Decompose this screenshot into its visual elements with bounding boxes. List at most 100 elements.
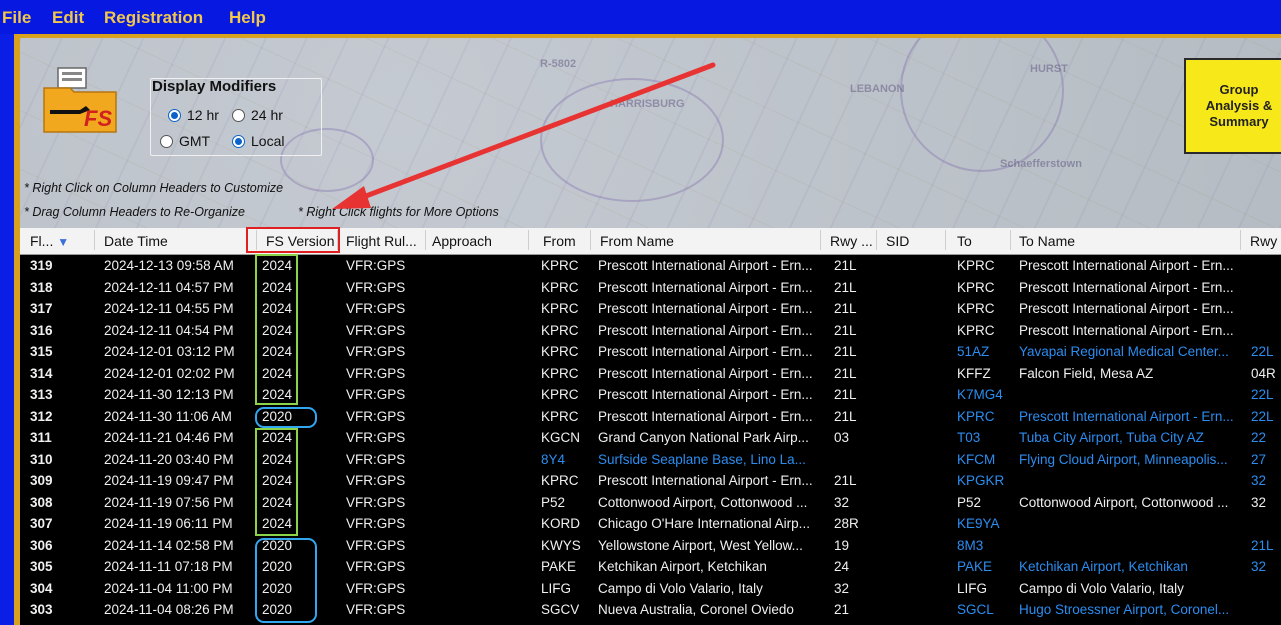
cell-to-name: Tuba City Airport, Tuba City AZ	[1019, 430, 1204, 445]
cell-to: KPRC	[957, 322, 995, 338]
table-row[interactable]: 313 2024-11-30 12:13 PM 2024 VFR:GPS KPRC Pre…	[20, 384, 1281, 405]
cell-flight-rules: VFR:GPS	[346, 516, 406, 531]
cell-flight: 316	[30, 322, 53, 338]
cell-from-runway: 24	[834, 559, 850, 574]
menu-edit[interactable]: Edit	[52, 8, 84, 28]
cell-from: KPRC	[541, 322, 579, 338]
cell-flight-rules: VFR:GPS	[346, 301, 406, 316]
map-label: Schaefferstown	[1000, 158, 1082, 170]
col-header-approach[interactable]: Approach	[432, 233, 492, 249]
cell-to-runway: 04R	[1251, 365, 1276, 381]
radio-unselected-icon	[160, 134, 173, 148]
cell-to: 51AZ	[957, 344, 990, 359]
cell-to-runway: 22	[1251, 430, 1267, 445]
cell-flight: 310	[30, 451, 53, 467]
cell-flight: 308	[30, 494, 53, 510]
cell-flight-rules: VFR:GPS	[346, 279, 406, 295]
cell-flight: 314	[30, 365, 53, 381]
table-row[interactable]: 305 2024-11-11 07:18 PM 2020 VFR:GPS PAKE Ket…	[20, 556, 1281, 577]
cell-to-runway: 27	[1251, 451, 1267, 467]
col-header-from[interactable]: From	[543, 233, 576, 249]
menu-help[interactable]: Help	[229, 8, 266, 28]
cell-fs-version: 2024	[262, 494, 293, 510]
cell-to-name: Prescott International Airport - Ern...	[1019, 322, 1234, 338]
table-row[interactable]: 319 2024-12-13 09:58 AM 2024 VFR:GPS KPRC Pre…	[20, 255, 1281, 276]
radio-24hr[interactable]: 24 hr	[232, 107, 283, 123]
cell-from-name: Prescott International Airport - Ern...	[598, 473, 813, 488]
table-row[interactable]: 318 2024-12-11 04:57 PM 2024 VFR:GPS KPRC Pre…	[20, 277, 1281, 298]
cell-datetime: 2024-11-21 04:46 PM	[104, 430, 234, 445]
cell-flight: 315	[30, 344, 53, 359]
cell-to-name: Cottonwood Airport, Cottonwood ...	[1019, 494, 1229, 510]
cell-from: KPRC	[541, 344, 579, 359]
radio-local[interactable]: Local	[232, 133, 284, 149]
cell-from-name: Ketchikan Airport, Ketchikan	[598, 559, 767, 574]
cell-to-name: Prescott International Airport - Ern...	[1019, 408, 1234, 424]
cell-from-runway: 21L	[834, 387, 857, 402]
cell-flight: 306	[30, 537, 53, 553]
cell-flight-rules: VFR:GPS	[346, 408, 406, 424]
col-header-to-name[interactable]: To Name	[1019, 233, 1075, 249]
cell-fs-version: 2020	[262, 559, 293, 574]
table-row[interactable]: 304 2024-11-04 11:00 PM 2020 VFR:GPS LIFG Cam…	[20, 578, 1281, 599]
cell-from-runway: 21L	[834, 408, 857, 424]
radio-12hr[interactable]: 12 hr	[168, 107, 219, 123]
table-row[interactable]: 314 2024-12-01 02:02 PM 2024 VFR:GPS KPRC Pre…	[20, 363, 1281, 384]
table-row[interactable]: 312 2024-11-30 11:06 AM 2020 VFR:GPS KPRC Pre…	[20, 406, 1281, 427]
cell-to-runway: 22L	[1251, 408, 1274, 424]
cell-from-name: Nueva Australia, Coronel Oviedo	[598, 602, 794, 617]
radio-gmt[interactable]: GMT	[160, 133, 210, 149]
cell-to-name: Ketchikan Airport, Ketchikan	[1019, 559, 1188, 574]
col-header-from-name[interactable]: From Name	[600, 233, 674, 249]
cell-fs-version: 2024	[262, 430, 293, 445]
cell-from: P52	[541, 494, 566, 510]
cell-to-name: Prescott International Airport - Ern...	[1019, 279, 1234, 295]
cell-flight-rules: VFR:GPS	[346, 322, 406, 338]
header-panel: R-5802 HARRISBURG LEBANON HURST Schaeffe…	[20, 38, 1281, 228]
cell-fs-version: 2024	[262, 451, 293, 467]
table-row[interactable]: 311 2024-11-21 04:46 PM 2024 VFR:GPS KGCN Gra…	[20, 427, 1281, 448]
cell-datetime: 2024-12-01 03:12 PM	[104, 344, 235, 359]
col-header-from-runway[interactable]: Rwy ...	[830, 233, 873, 249]
cell-flight-rules: VFR:GPS	[346, 559, 406, 574]
col-header-flight-rules[interactable]: Flight Rul...	[346, 233, 417, 249]
table-row[interactable]: 315 2024-12-01 03:12 PM 2024 VFR:GPS KPRC Pre…	[20, 341, 1281, 362]
cell-datetime: 2024-11-19 09:47 PM	[104, 473, 234, 488]
cell-flight: 303	[30, 602, 53, 617]
cell-from-name: Yellowstone Airport, West Yellow...	[598, 537, 803, 553]
cell-to: PAKE	[957, 559, 993, 574]
cell-to: KPRC	[957, 279, 995, 295]
map-label: LEBANON	[850, 83, 905, 95]
cell-from: KPRC	[541, 473, 579, 488]
cell-datetime: 2024-11-30 11:06 AM	[104, 408, 232, 424]
cell-from: KWYS	[541, 537, 581, 553]
cell-flight-rules: VFR:GPS	[346, 258, 406, 273]
col-header-sid[interactable]: SID	[886, 233, 909, 249]
table-row[interactable]: 316 2024-12-11 04:54 PM 2024 VFR:GPS KPRC Pre…	[20, 320, 1281, 341]
table-row[interactable]: 306 2024-11-14 02:58 PM 2020 VFR:GPS KWYS Yel…	[20, 535, 1281, 556]
menu-registration[interactable]: Registration	[104, 8, 203, 28]
table-row[interactable]: 310 2024-11-20 03:40 PM 2024 VFR:GPS 8Y4 Surf…	[20, 449, 1281, 470]
cell-to-name: Flying Cloud Airport, Minneapolis...	[1019, 451, 1228, 467]
table-row[interactable]: 303 2024-11-04 08:26 PM 2020 VFR:GPS SGCV Nue…	[20, 599, 1281, 620]
cell-flight-rules: VFR:GPS	[346, 580, 406, 596]
cell-to-runway: 22L	[1251, 387, 1274, 402]
table-row[interactable]: 317 2024-12-11 04:55 PM 2024 VFR:GPS KPRC Pre…	[20, 298, 1281, 319]
cell-from: PAKE	[541, 559, 577, 574]
cell-flight-rules: VFR:GPS	[346, 537, 406, 553]
table-row[interactable]: 309 2024-11-19 09:47 PM 2024 VFR:GPS KPRC Pre…	[20, 470, 1281, 491]
col-header-datetime[interactable]: Date Time	[104, 233, 168, 249]
col-header-fs-version[interactable]: FS Version	[266, 233, 334, 249]
cell-from-name: Surfside Seaplane Base, Lino La...	[598, 451, 806, 467]
cell-fs-version: 2020	[262, 602, 293, 617]
cell-flight: 312	[30, 408, 53, 424]
table-row[interactable]: 307 2024-11-19 06:11 PM 2024 VFR:GPS KORD Chi…	[20, 513, 1281, 534]
radio-unselected-icon	[232, 108, 245, 122]
group-analysis-summary-button[interactable]: Group Analysis & Summary	[1184, 58, 1281, 154]
table-row[interactable]: 308 2024-11-19 07:56 PM 2024 VFR:GPS P52 Cott…	[20, 492, 1281, 513]
col-header-to-runway[interactable]: Rwy ...	[1250, 233, 1281, 249]
cell-to: SGCL	[957, 602, 994, 617]
menu-file[interactable]: File	[2, 8, 31, 28]
col-header-to[interactable]: To	[957, 233, 972, 249]
col-header-flight[interactable]: Fl... ▼	[30, 233, 69, 249]
